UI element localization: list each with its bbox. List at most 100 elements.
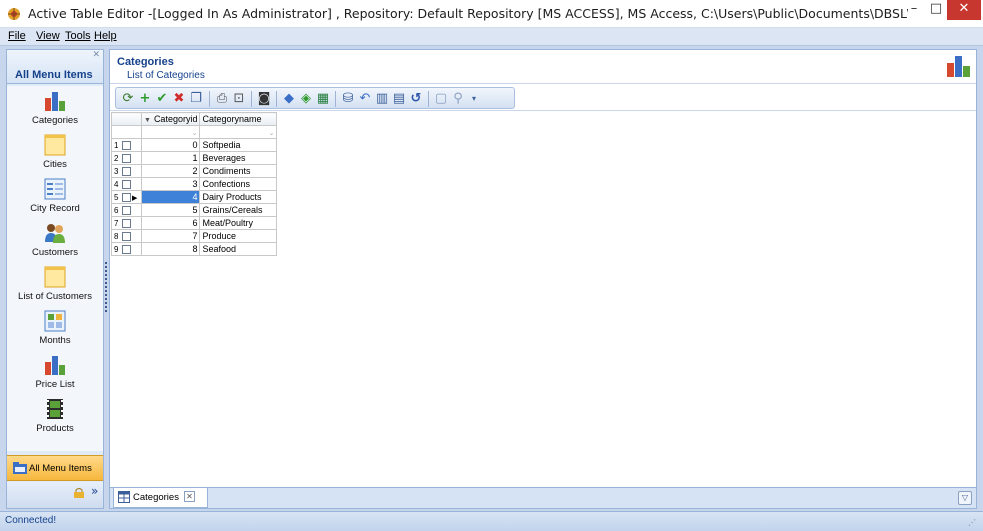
nav-item-city-record[interactable]: City Record [7,174,103,218]
row-indicator: 3 [111,164,142,178]
nav-item-label: Customers [32,247,78,258]
zoom-icon[interactable]: ⚲ [450,91,466,107]
close-button[interactable]: ✕ [947,0,981,20]
nav-item-customers[interactable]: Customers [7,218,103,262]
row-number: 6 [114,205,119,215]
status-bar: Connected! ⋰ [0,511,983,531]
nav-item-categories[interactable]: Categories [7,86,103,130]
table-row[interactable]: 6 5 Grains/Cereals [111,203,278,217]
row-checkbox[interactable] [122,193,131,203]
layout-icon[interactable]: ▤ [391,91,407,107]
cell-categoryid[interactable]: 7 [140,229,201,243]
row-checkbox[interactable] [122,206,131,216]
row-number: 4 [114,179,119,189]
reload-icon[interactable]: ↺ [408,91,424,107]
excel-export-icon[interactable]: ▦ [315,91,331,107]
column-header-categoryid[interactable]: ▼ Categoryid [140,112,201,126]
nav-item-months[interactable]: Months [7,306,103,350]
filter-dropdown-icon[interactable]: ⌄ [192,130,198,137]
cell-categoryname[interactable]: Confections [199,177,278,191]
cell-categoryid[interactable]: 0 [140,138,201,152]
table-icon [44,266,66,288]
row-checkbox[interactable] [122,141,131,151]
lock-icon[interactable] [73,488,85,498]
table-row-selected[interactable]: 5 ▶ 4 Dairy Products [111,190,278,204]
filter-icon[interactable]: ◆ [281,91,297,107]
filter-cell-categoryid[interactable]: ⌄ [140,125,201,139]
cell-categoryname[interactable]: Produce [199,229,278,243]
all-menu-items-button[interactable]: All Menu Items [7,455,103,481]
table-row[interactable]: 7 6 Meat/Poultry [111,216,278,230]
menu-tools[interactable]: Tools [65,30,91,42]
resize-grip-icon[interactable]: ⋰ [968,518,976,527]
save-check-icon[interactable]: ✔ [154,91,170,107]
cell-categoryid[interactable]: 1 [140,151,201,165]
row-indicator: 5 ▶ [111,190,142,204]
filter-cell-categoryname[interactable]: ⌄ [199,125,278,139]
toolbar-separator [251,91,252,107]
chevron-right-icon[interactable]: » [91,484,98,498]
row-checkbox[interactable] [122,154,131,164]
cell-categoryname[interactable]: Grains/Cereals [199,203,278,217]
table-row[interactable]: 3 2 Condiments [111,164,278,178]
tab-list-dropdown-icon[interactable]: ▽ [958,491,972,505]
row-checkbox[interactable] [122,232,131,242]
nav-footer: » [7,482,103,508]
toolbar-overflow-icon[interactable]: ▾ [466,91,482,107]
table-row[interactable]: 2 1 Beverages [111,151,278,165]
column-header-categoryname[interactable]: Categoryname [199,112,278,126]
nav-item-label: List of Customers [18,291,92,302]
table-row[interactable]: 4 3 Confections [111,177,278,191]
maximize-button[interactable]: □ [925,0,947,20]
bar-chart-icon [45,356,65,375]
cell-categoryid[interactable]: 2 [140,164,201,178]
delete-icon[interactable]: ✖ [171,91,187,107]
cell-categoryname[interactable]: Condiments [199,164,278,178]
close-tab-icon[interactable]: ✕ [184,491,195,502]
undo-icon[interactable]: ↶ [357,91,373,107]
copy-icon[interactable]: ❐ [188,91,204,107]
print-icon[interactable]: ⎙ [214,91,230,107]
nav-item-list-of-customers[interactable]: List of Customers [7,262,103,306]
cell-categoryname[interactable]: Dairy Products [199,190,278,204]
refresh-icon[interactable]: ⟳ [120,91,136,107]
table-row[interactable]: 9 8 Seafood [111,242,278,256]
row-checkbox[interactable] [122,219,131,229]
columns-icon[interactable]: ▥ [374,91,390,107]
table-row[interactable]: 1 0 Softpedia [111,138,278,152]
cell-categoryid[interactable]: 5 [140,203,201,217]
filter-dropdown-icon[interactable]: ⌄ [269,130,275,137]
tab-label: Categories [133,492,179,503]
pane-splitter[interactable] [105,262,107,312]
menu-help[interactable]: Help [94,30,117,42]
cell-categoryid[interactable]: 3 [140,177,201,191]
status-text: Connected! [5,515,57,526]
menu-file[interactable]: File [8,30,26,42]
row-checkbox[interactable] [122,167,131,177]
pane-close-icon[interactable]: ✕ [92,50,100,60]
print-preview-icon[interactable]: ⊡ [231,91,247,107]
folder-icon [13,462,27,474]
cell-categoryname[interactable]: Meat/Poultry [199,216,278,230]
table-row[interactable]: 8 7 Produce [111,229,278,243]
minimize-button[interactable]: – [903,0,925,20]
cell-categoryname[interactable]: Beverages [199,151,278,165]
cell-categoryid[interactable]: 6 [140,216,201,230]
database-icon[interactable]: ⛁ [340,91,356,107]
nav-item-cities[interactable]: Cities [7,130,103,174]
row-number: 3 [114,166,119,176]
nav-item-products[interactable]: Products [7,394,103,438]
grid-view-icon[interactable]: ▢ [433,91,449,107]
add-icon[interactable]: + [137,91,153,107]
row-checkbox[interactable] [122,245,131,255]
cell-categoryname[interactable]: Seafood [199,242,278,256]
cell-categoryid[interactable]: 4 [140,190,201,204]
cell-categoryname[interactable]: Softpedia [199,138,278,152]
menu-view[interactable]: View [36,30,60,42]
tab-categories[interactable]: Categories ✕ [113,488,208,508]
sort-icon[interactable]: ◈ [298,91,314,107]
find-icon[interactable]: ◙ [256,91,272,107]
cell-categoryid[interactable]: 8 [140,242,201,256]
row-checkbox[interactable] [122,180,131,190]
nav-item-price-list[interactable]: Price List [7,350,103,394]
